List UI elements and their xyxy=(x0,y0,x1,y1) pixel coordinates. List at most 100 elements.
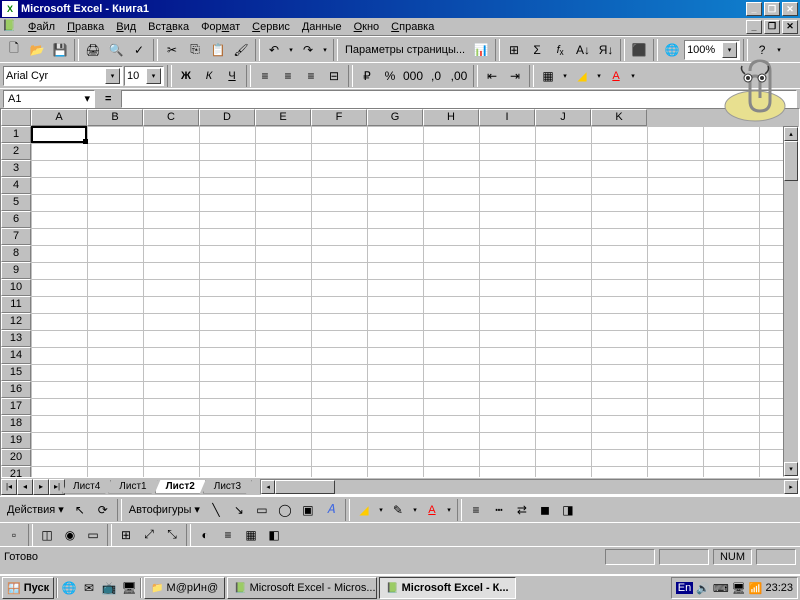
close-button[interactable]: ✕ xyxy=(782,2,798,16)
scroll-down-button[interactable]: ▾ xyxy=(784,462,798,476)
row-header[interactable]: 16 xyxy=(1,381,31,398)
menu-format[interactable]: Формат xyxy=(195,20,246,34)
bold-button[interactable]: Ж xyxy=(175,65,197,87)
x4-button[interactable]: ▭ xyxy=(82,524,104,546)
row-header[interactable]: 9 xyxy=(1,262,31,279)
row-header[interactable]: 2 xyxy=(1,143,31,160)
inc-indent-button[interactable]: ⇥ xyxy=(504,65,526,87)
autoshapes-menu[interactable]: Автофигуры ▾ xyxy=(125,503,204,516)
scroll-right-button[interactable]: ▸ xyxy=(784,480,798,494)
row-header[interactable]: 15 xyxy=(1,364,31,381)
menu-edit[interactable]: Правка xyxy=(61,20,110,34)
tray-icon[interactable]: 📶 xyxy=(749,582,763,595)
print-button[interactable]: 🖨 xyxy=(82,39,104,61)
row-header[interactable]: 21 xyxy=(1,466,31,477)
menu-window[interactable]: Окно xyxy=(348,20,386,34)
open-button[interactable]: 📂 xyxy=(26,39,48,61)
textbox-button[interactable]: ▣ xyxy=(297,499,319,521)
redo-dropdown[interactable]: ▾ xyxy=(320,46,330,54)
3d-button[interactable]: ◨ xyxy=(557,499,579,521)
first-sheet-button[interactable]: |◂ xyxy=(1,479,17,495)
col-header[interactable]: F xyxy=(311,109,367,126)
row-header[interactable]: 18 xyxy=(1,415,31,432)
col-header[interactable]: H xyxy=(423,109,479,126)
new-button[interactable]: 🗋 xyxy=(3,39,25,61)
col-header[interactable]: K xyxy=(591,109,647,126)
more-dropdown[interactable]: ▾ xyxy=(774,46,784,54)
preview-button[interactable]: 🔍 xyxy=(105,39,127,61)
x11-button[interactable]: ◧ xyxy=(263,524,285,546)
doc-restore-button[interactable]: ❐ xyxy=(764,20,780,34)
linestyle-button[interactable]: ≡ xyxy=(465,499,487,521)
line-button[interactable]: ╲ xyxy=(205,499,227,521)
comma-button[interactable]: 000 xyxy=(402,65,424,87)
clock[interactable]: 23:23 xyxy=(765,582,793,594)
arrow-button[interactable]: ↘ xyxy=(228,499,250,521)
currency-button[interactable]: ₽ xyxy=(356,65,378,87)
wordart-button[interactable]: 𝐴 xyxy=(320,499,342,521)
prev-sheet-button[interactable]: ◂ xyxy=(17,479,33,495)
quicklaunch-icon[interactable]: 🖥 xyxy=(120,579,138,597)
rotate-button[interactable]: ⟳ xyxy=(92,499,114,521)
tray-icon[interactable]: ⌨ xyxy=(713,582,729,595)
clippy-assistant[interactable] xyxy=(720,56,790,126)
x6-button[interactable]: ⤢ xyxy=(138,524,160,546)
scroll-up-button[interactable]: ▴ xyxy=(784,127,798,141)
fill2-dropdown[interactable]: ▾ xyxy=(376,506,386,514)
name-box[interactable]: A1▾ xyxy=(3,90,95,108)
font-combo[interactable]: Arial Cyr▾ xyxy=(3,66,123,86)
formula-input[interactable] xyxy=(121,90,797,108)
borders-button[interactable]: ▦ xyxy=(537,65,559,87)
row-header[interactable]: 17 xyxy=(1,398,31,415)
col-header[interactable]: B xyxy=(87,109,143,126)
menu-file[interactable]: Файл xyxy=(22,20,61,34)
scroll-left-button[interactable]: ◂ xyxy=(261,480,275,494)
select-objects-button[interactable]: ↖ xyxy=(69,499,91,521)
row-header[interactable]: 10 xyxy=(1,279,31,296)
sort-desc-button[interactable]: Я↓ xyxy=(595,39,617,61)
task-excel1[interactable]: 📗Microsoft Excel - Micros... xyxy=(227,577,377,599)
menu-data[interactable]: Данные xyxy=(296,20,348,34)
quicklaunch-icon[interactable]: 📺 xyxy=(100,579,118,597)
active-cell[interactable] xyxy=(31,126,87,143)
fillcolor2-button[interactable]: ◢ xyxy=(353,499,375,521)
menu-tools[interactable]: Сервис xyxy=(246,20,296,34)
vscroll-thumb[interactable] xyxy=(784,141,798,181)
copy-button[interactable]: ⎘ xyxy=(184,39,206,61)
lang-indicator[interactable]: En xyxy=(676,582,693,594)
fill-dropdown[interactable]: ▾ xyxy=(594,72,604,80)
sheet-tab[interactable]: Лист4 xyxy=(62,480,111,494)
system-tray[interactable]: En 🔊 ⌨ 🖥 📶 23:23 xyxy=(671,577,798,599)
align-right-button[interactable]: ≡ xyxy=(300,65,322,87)
linecolor-button[interactable]: ✎ xyxy=(387,499,409,521)
save-button[interactable]: 💾 xyxy=(49,39,71,61)
x10-button[interactable]: ▦ xyxy=(240,524,262,546)
minimize-button[interactable]: _ xyxy=(746,2,762,16)
map-button[interactable]: 🌐 xyxy=(661,39,683,61)
actions-menu[interactable]: Действия ▾ xyxy=(3,503,68,516)
undo-button[interactable]: ↶ xyxy=(263,39,285,61)
underline-button[interactable]: Ч xyxy=(221,65,243,87)
row-header[interactable]: 7 xyxy=(1,228,31,245)
row-header[interactable]: 4 xyxy=(1,177,31,194)
fontcolor-dropdown[interactable]: ▾ xyxy=(628,72,638,80)
fontsize-combo[interactable]: 10▾ xyxy=(124,66,164,86)
pivot-button[interactable]: ⊞ xyxy=(503,39,525,61)
dashstyle-button[interactable]: ┅ xyxy=(488,499,510,521)
tray-icon[interactable]: 🖥 xyxy=(732,582,746,595)
sum-button[interactable]: Σ xyxy=(526,39,548,61)
x7-button[interactable]: ⤡ xyxy=(161,524,183,546)
fill-color-button[interactable]: ◢ xyxy=(571,65,593,87)
doc-minimize-button[interactable]: _ xyxy=(746,20,762,34)
x8-button[interactable]: ◐ xyxy=(194,524,216,546)
font-color-button[interactable]: A xyxy=(605,65,627,87)
row-header[interactable]: 20 xyxy=(1,449,31,466)
fc2-dropdown[interactable]: ▾ xyxy=(444,506,454,514)
tray-icon[interactable]: 🔊 xyxy=(696,582,710,595)
percent-button[interactable]: % xyxy=(379,65,401,87)
row-header[interactable]: 14 xyxy=(1,347,31,364)
borders-dropdown[interactable]: ▾ xyxy=(560,72,570,80)
dec-indent-button[interactable]: ⇤ xyxy=(481,65,503,87)
menu-view[interactable]: Вид xyxy=(110,20,142,34)
row-header[interactable]: 12 xyxy=(1,313,31,330)
